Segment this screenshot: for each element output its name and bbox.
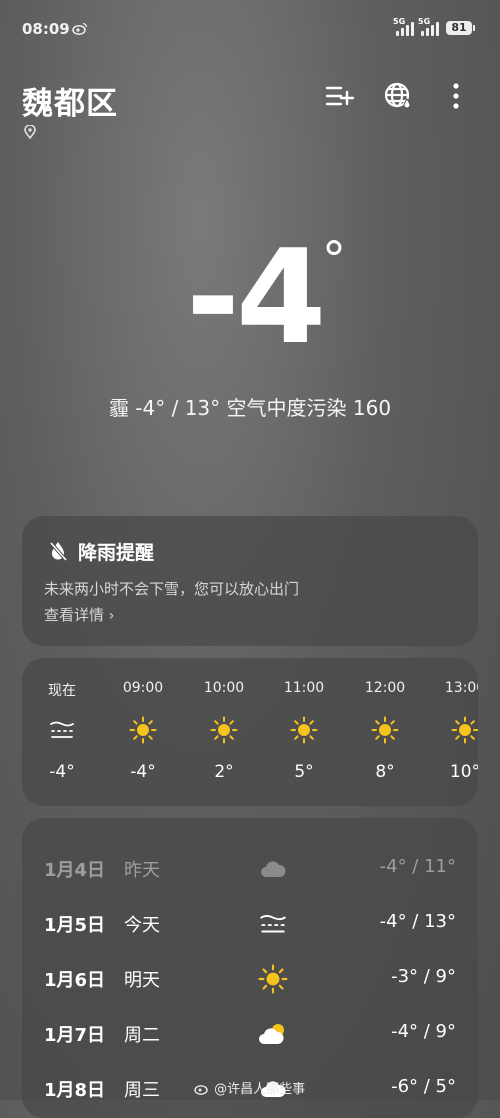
location-pin-icon: [24, 124, 36, 140]
daily-row[interactable]: 1月7日 周二 -4° / 9°: [22, 1007, 478, 1062]
location-title[interactable]: 魏都区: [22, 78, 118, 123]
sun-icon: [290, 716, 318, 744]
daily-date: 1月7日: [44, 1025, 106, 1046]
daily-weekday: 周三: [124, 1080, 160, 1101]
hour-temp: 5°: [294, 762, 314, 782]
city-manage-icon[interactable]: [324, 80, 356, 112]
daily-temp-range: -4° / 11°: [379, 856, 456, 877]
sun-icon: [258, 964, 288, 994]
daily-row[interactable]: 1月5日 今天 -4° / 13°: [22, 897, 478, 952]
battery-indicator: 81: [446, 21, 475, 35]
hour-time: 11:00: [283, 680, 325, 696]
weibo-icon: [194, 1082, 210, 1099]
hour-temp: -4°: [130, 762, 156, 782]
daily-temp-range: -6° / 5°: [391, 1076, 456, 1097]
signal-icon-2: 5G: [418, 17, 439, 36]
hour-temp: 10°: [449, 762, 478, 782]
daily-weekday: 明天: [124, 970, 160, 991]
sun-icon: [129, 716, 157, 744]
partly-cloudy-icon: [258, 1019, 288, 1049]
haze-icon: [48, 716, 76, 744]
degree-symbol: °: [322, 232, 346, 288]
more-icon[interactable]: [440, 80, 472, 112]
hour-time: 12:00: [364, 680, 406, 696]
globe-icon[interactable]: [382, 80, 414, 112]
hour-temp: 2°: [214, 762, 234, 782]
watermark-text: @许昌人那些事: [214, 1082, 306, 1097]
cloud-icon: [258, 854, 288, 884]
daily-forecast-card[interactable]: 1月4日 昨天 -4° / 11° 1月5日 今天 -4° / 13° 1月6日…: [22, 818, 478, 1118]
status-time: 08:09: [22, 20, 70, 38]
daily-temp-range: -4° / 13°: [379, 911, 456, 932]
sun-icon: [451, 716, 478, 744]
daily-row[interactable]: 1月4日 昨天 -4° / 11°: [22, 842, 478, 897]
daily-date: 1月6日: [44, 970, 106, 991]
sun-icon: [371, 716, 399, 744]
haze-icon: [258, 909, 288, 939]
hour-temp: -4°: [49, 762, 75, 782]
weather-summary: 霾 -4° / 13° 空气中度污染 160: [108, 396, 392, 420]
hour-time: 13:00: [444, 680, 478, 696]
no-rain-icon: [48, 540, 68, 562]
daily-weekday: 昨天: [124, 860, 160, 881]
rain-reminder-title: 降雨提醒: [78, 542, 155, 564]
daily-temp-range: -3° / 9°: [391, 966, 456, 987]
daily-date: 1月8日: [44, 1080, 106, 1101]
daily-date: 1月5日: [44, 915, 106, 936]
hour-temp: 8°: [375, 762, 395, 782]
signal-icon-1: 5G: [393, 17, 414, 36]
hour-time: 10:00: [203, 680, 245, 696]
view-details-link[interactable]: 查看详情 ›: [44, 604, 114, 625]
weibo-watermark: @许昌人那些事: [194, 1078, 305, 1099]
daily-date: 1月4日: [44, 860, 106, 881]
daily-row[interactable]: 1月6日 明天 -3° / 9°: [22, 952, 478, 1007]
daily-weekday: 今天: [124, 915, 160, 936]
rain-reminder-text: 未来两小时不会下雪，您可以放心出门: [44, 580, 300, 598]
sun-icon: [210, 716, 238, 744]
current-temperature: -4: [186, 221, 326, 373]
rain-reminder-card[interactable]: 降雨提醒 未来两小时不会下雪，您可以放心出门 查看详情 ›: [22, 516, 478, 646]
hour-time: 现在: [48, 683, 76, 699]
view-details-label: 查看详情: [44, 606, 105, 624]
daily-weekday: 周二: [124, 1025, 160, 1046]
hourly-forecast-card[interactable]: 现在 -4° 09:00 -4° 10:00 2° 11:00 5° 12:00…: [22, 658, 478, 806]
daily-temp-range: -4° / 9°: [391, 1021, 456, 1042]
hour-time: 09:00: [122, 680, 164, 696]
weibo-status-icon: [72, 22, 88, 38]
chevron-right-icon: ›: [108, 608, 115, 624]
